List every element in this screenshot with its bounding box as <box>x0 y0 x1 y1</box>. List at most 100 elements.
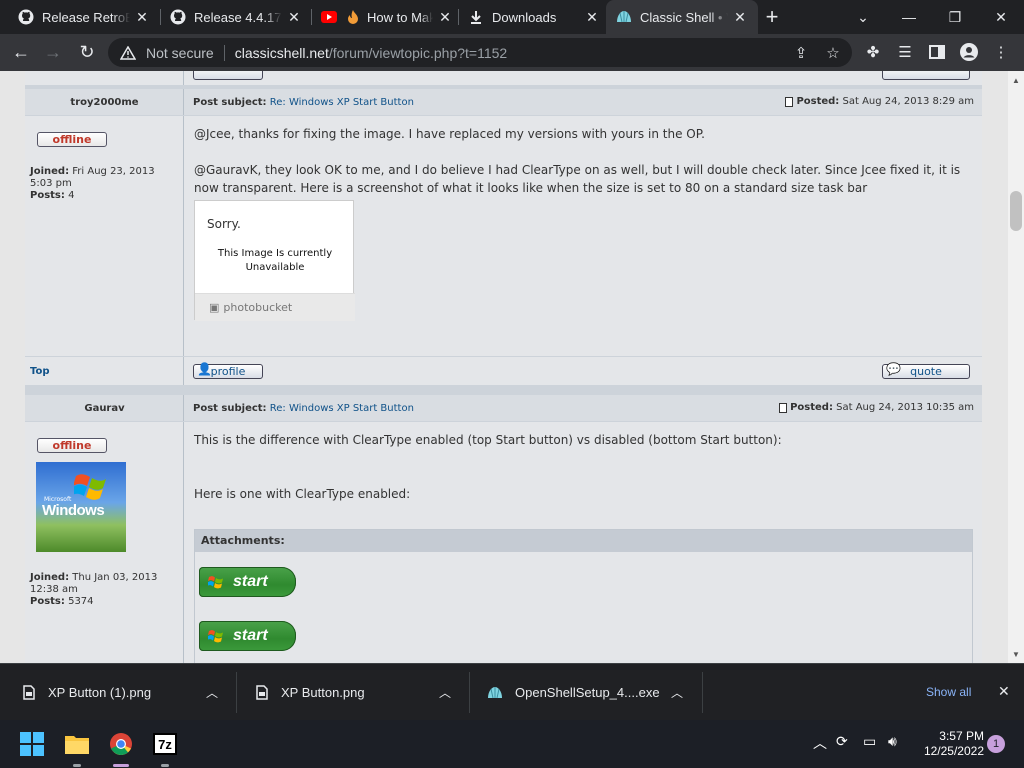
post-paragraph: This is the difference with ClearType en… <box>194 433 782 447</box>
page-scrollbar[interactable] <box>1008 71 1024 663</box>
tab-downloads[interactable]: Downloads ✕ <box>458 0 610 34</box>
divider <box>223 44 225 61</box>
volume-icon[interactable]: 🔊︎ <box>888 733 897 750</box>
active-indicator <box>113 764 129 767</box>
display-icon[interactable]: ▭ <box>863 733 876 750</box>
close-tab-icon[interactable]: ✕ <box>584 9 600 25</box>
close-tab-icon[interactable]: ✕ <box>732 9 748 25</box>
back-arrow-icon: ← <box>12 41 30 62</box>
side-panel-icon[interactable] <box>926 41 948 63</box>
posted-label: Posted: <box>796 96 840 107</box>
tab-title: Release RetroBar <box>42 9 130 25</box>
subject-link[interactable]: Re: Windows XP Start Button <box>270 97 414 108</box>
subject-label: Post subject: <box>193 403 267 414</box>
tab-search-button[interactable]: ⌄ <box>840 0 886 34</box>
user-profile-info: Joined: Fri Aug 23, 2013 5:03 pm Posts: … <box>30 166 155 202</box>
chrome-button[interactable] <box>107 730 135 758</box>
notification-badge[interactable]: 1 <box>987 735 1005 753</box>
seven-zip-button[interactable]: 7z <box>151 730 179 758</box>
start-button[interactable] <box>18 730 46 758</box>
profile-button[interactable]: 👤 profile <box>193 362 263 379</box>
divider <box>236 672 237 713</box>
posts-label: Posts: <box>30 596 65 607</box>
share-icon[interactable]: ⇪ <box>792 44 810 62</box>
chevron-up-icon[interactable]: ︿ <box>439 684 451 701</box>
post-author[interactable]: troy2000me <box>25 97 184 108</box>
tab-release-retrobar[interactable]: Release RetroBar ✕ <box>8 0 160 34</box>
close-tab-icon[interactable]: ✕ <box>134 9 150 25</box>
security-status[interactable]: Not secure <box>146 45 214 61</box>
top-link[interactable]: Top <box>30 366 50 377</box>
scroll-down-arrow-icon[interactable]: ▼ <box>1008 647 1024 661</box>
post-paragraph: @GauravK, they look OK to me, and I do b… <box>194 163 961 195</box>
quote-button[interactable]: 💬 quote <box>882 362 970 379</box>
post-paragraph: @Jcee, thanks for fixing the image. I ha… <box>194 127 705 141</box>
close-download-shelf-icon[interactable]: ✕ <box>998 683 1010 700</box>
download-item[interactable]: XP Button (1).png ︿ <box>22 664 228 721</box>
warning-icon <box>120 45 136 61</box>
address-bar[interactable]: Not secure classicshell.net/forum/viewto… <box>108 38 852 67</box>
show-all-link[interactable]: Show all <box>926 685 971 699</box>
file-explorer-button[interactable] <box>63 730 91 758</box>
browser-toolbar: ← → ↻ Not secure classicshell.net/forum/… <box>0 34 1024 71</box>
close-tab-icon[interactable]: ✕ <box>286 9 302 25</box>
image-brand: photobucket <box>223 301 293 314</box>
forward-button[interactable]: → <box>38 37 68 67</box>
profile-avatar-icon[interactable] <box>958 41 980 63</box>
scrollbar-thumb[interactable] <box>1010 191 1022 231</box>
post-body: offline Joined: Fri Aug 23, 2013 5:03 pm… <box>25 116 982 356</box>
chevron-up-icon[interactable]: ︿ <box>813 733 827 753</box>
joined-label: Joined: <box>30 166 70 177</box>
tab-how-to-make[interactable]: How to Make ✕ <box>311 0 463 34</box>
new-tab-button[interactable]: + <box>754 0 790 34</box>
posted-date: Sat Aug 24, 2013 8:29 am <box>842 96 975 107</box>
maximize-button[interactable]: ❐ <box>932 0 978 34</box>
camera-icon: ▣ <box>209 301 220 314</box>
attachment-image[interactable]: start <box>199 621 296 651</box>
extensions-icon[interactable]: ✤ <box>862 41 884 63</box>
post-author[interactable]: Gaurav <box>25 403 184 414</box>
divider <box>469 672 470 713</box>
scroll-up-arrow-icon[interactable]: ▲ <box>1008 73 1024 87</box>
file-icon <box>22 685 36 701</box>
post-date: Posted: Sat Aug 24, 2013 10:35 am <box>779 402 974 413</box>
tab-title: Release 4.4.170 <box>194 9 282 25</box>
post-header: troy2000me Post subject: Re: Windows XP … <box>25 89 982 115</box>
download-item[interactable]: XP Button.png ︿ <box>255 664 461 721</box>
tab-release-4-4-170[interactable]: Release 4.4.170 ✕ <box>160 0 312 34</box>
posted-label: Posted: <box>790 402 833 413</box>
profile-label: profile <box>210 365 246 378</box>
close-window-button[interactable]: ✕ <box>978 0 1024 34</box>
post-image[interactable]: Sorry. This Image Is currently Unavailab… <box>194 200 355 321</box>
subject-label: Post subject: <box>193 97 267 108</box>
avatar[interactable]: Microsoft Windows <box>36 462 126 552</box>
running-indicator <box>73 764 81 767</box>
chevron-up-icon[interactable]: ︿ <box>671 684 683 701</box>
windows-flag-icon <box>208 630 223 643</box>
start-label: start <box>233 573 268 590</box>
quote-button[interactable] <box>882 71 970 80</box>
sync-icon[interactable]: ⟳ <box>836 733 848 750</box>
post-header: Gaurav Post subject: Re: Windows XP Star… <box>25 395 982 421</box>
media-controls-icon[interactable]: ☰ <box>894 41 916 63</box>
chevron-up-icon[interactable]: ︿ <box>206 684 218 701</box>
download-item[interactable]: OpenShellSetup_4....exe ︿ <box>487 664 693 721</box>
tab-classic-shell[interactable]: Classic Shell • View ✕ <box>606 0 758 34</box>
system-clock[interactable]: 3:57 PM 12/25/2022 <box>912 729 984 759</box>
back-button[interactable]: ← <box>6 37 36 67</box>
attachment-image[interactable]: start <box>199 567 296 597</box>
menu-kebab-icon[interactable]: ⋮ <box>990 41 1012 63</box>
status-badge: offline <box>37 132 107 147</box>
subject-link[interactable]: Re: Windows XP Start Button <box>270 403 414 414</box>
joined-label: Joined: <box>30 572 70 583</box>
reload-button[interactable]: ↻ <box>72 37 102 67</box>
post-icon[interactable] <box>785 96 794 107</box>
bookmark-star-icon[interactable]: ☆ <box>824 44 842 62</box>
download-shelf: XP Button (1).png ︿ XP Button.png ︿ Open… <box>0 663 1024 720</box>
profile-button[interactable] <box>193 71 263 80</box>
minimize-button[interactable]: — <box>886 0 932 34</box>
windows-flag-icon <box>74 474 106 500</box>
post-icon[interactable] <box>779 402 788 413</box>
tab-strip: Release RetroBar ✕ Release 4.4.170 ✕ How… <box>0 0 1024 34</box>
close-tab-icon[interactable]: ✕ <box>437 9 453 25</box>
